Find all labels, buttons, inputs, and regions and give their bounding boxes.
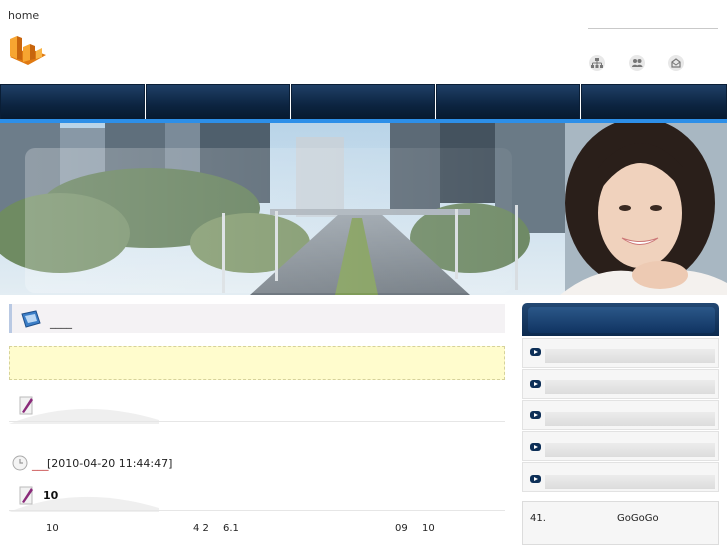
sidebar-box-text[interactable]: GoGoGo [617, 513, 659, 524]
sitemap-icon[interactable] [589, 55, 605, 71]
sidebar-header-panel [528, 307, 715, 333]
post-timestamp: [2010-04-20 11:44:47] [47, 457, 173, 470]
sidebar-box-number: 41. [530, 513, 546, 524]
divider [9, 421, 505, 422]
notice-box [9, 346, 505, 380]
site-logo[interactable] [8, 33, 48, 67]
play-bullet-icon [530, 411, 541, 419]
main-nav [0, 84, 727, 122]
home-link[interactable]: home [8, 9, 39, 22]
sidebar-item-label [545, 349, 715, 363]
nav-tab-4[interactable] [436, 84, 580, 120]
nav-tab-2[interactable] [146, 84, 290, 120]
play-bullet-icon [530, 475, 541, 483]
contact-icon[interactable] [668, 55, 684, 71]
sidebar-item-label [545, 380, 715, 394]
row-cell: 10 [46, 523, 59, 534]
play-bullet-icon [530, 443, 541, 451]
play-bullet-icon [530, 380, 541, 388]
row-cell: 6.1 [223, 523, 239, 534]
nav-tab-5[interactable] [581, 84, 727, 120]
nav-tab-1[interactable] [0, 84, 145, 120]
nav-tab-3[interactable] [291, 84, 435, 120]
search-field-underline[interactable] [588, 28, 718, 29]
quill-icon [18, 394, 36, 419]
post-title[interactable]: 10 [43, 489, 58, 502]
divider [9, 510, 505, 511]
users-icon[interactable] [629, 55, 645, 71]
hero-banner [0, 123, 727, 295]
notebook-icon [20, 310, 42, 331]
section-header [9, 304, 505, 333]
row-cell: 09 [395, 523, 408, 534]
sidebar-item-label [545, 412, 715, 426]
play-bullet-icon [530, 348, 541, 356]
clock-icon [12, 455, 28, 474]
row-cell: 4 2 [193, 523, 209, 534]
section-title: ____ [50, 316, 72, 329]
quill-icon [18, 484, 36, 509]
sidebar-item-label [545, 475, 715, 489]
sidebar-item-label [545, 443, 715, 457]
row-cell: 10 [422, 523, 435, 534]
